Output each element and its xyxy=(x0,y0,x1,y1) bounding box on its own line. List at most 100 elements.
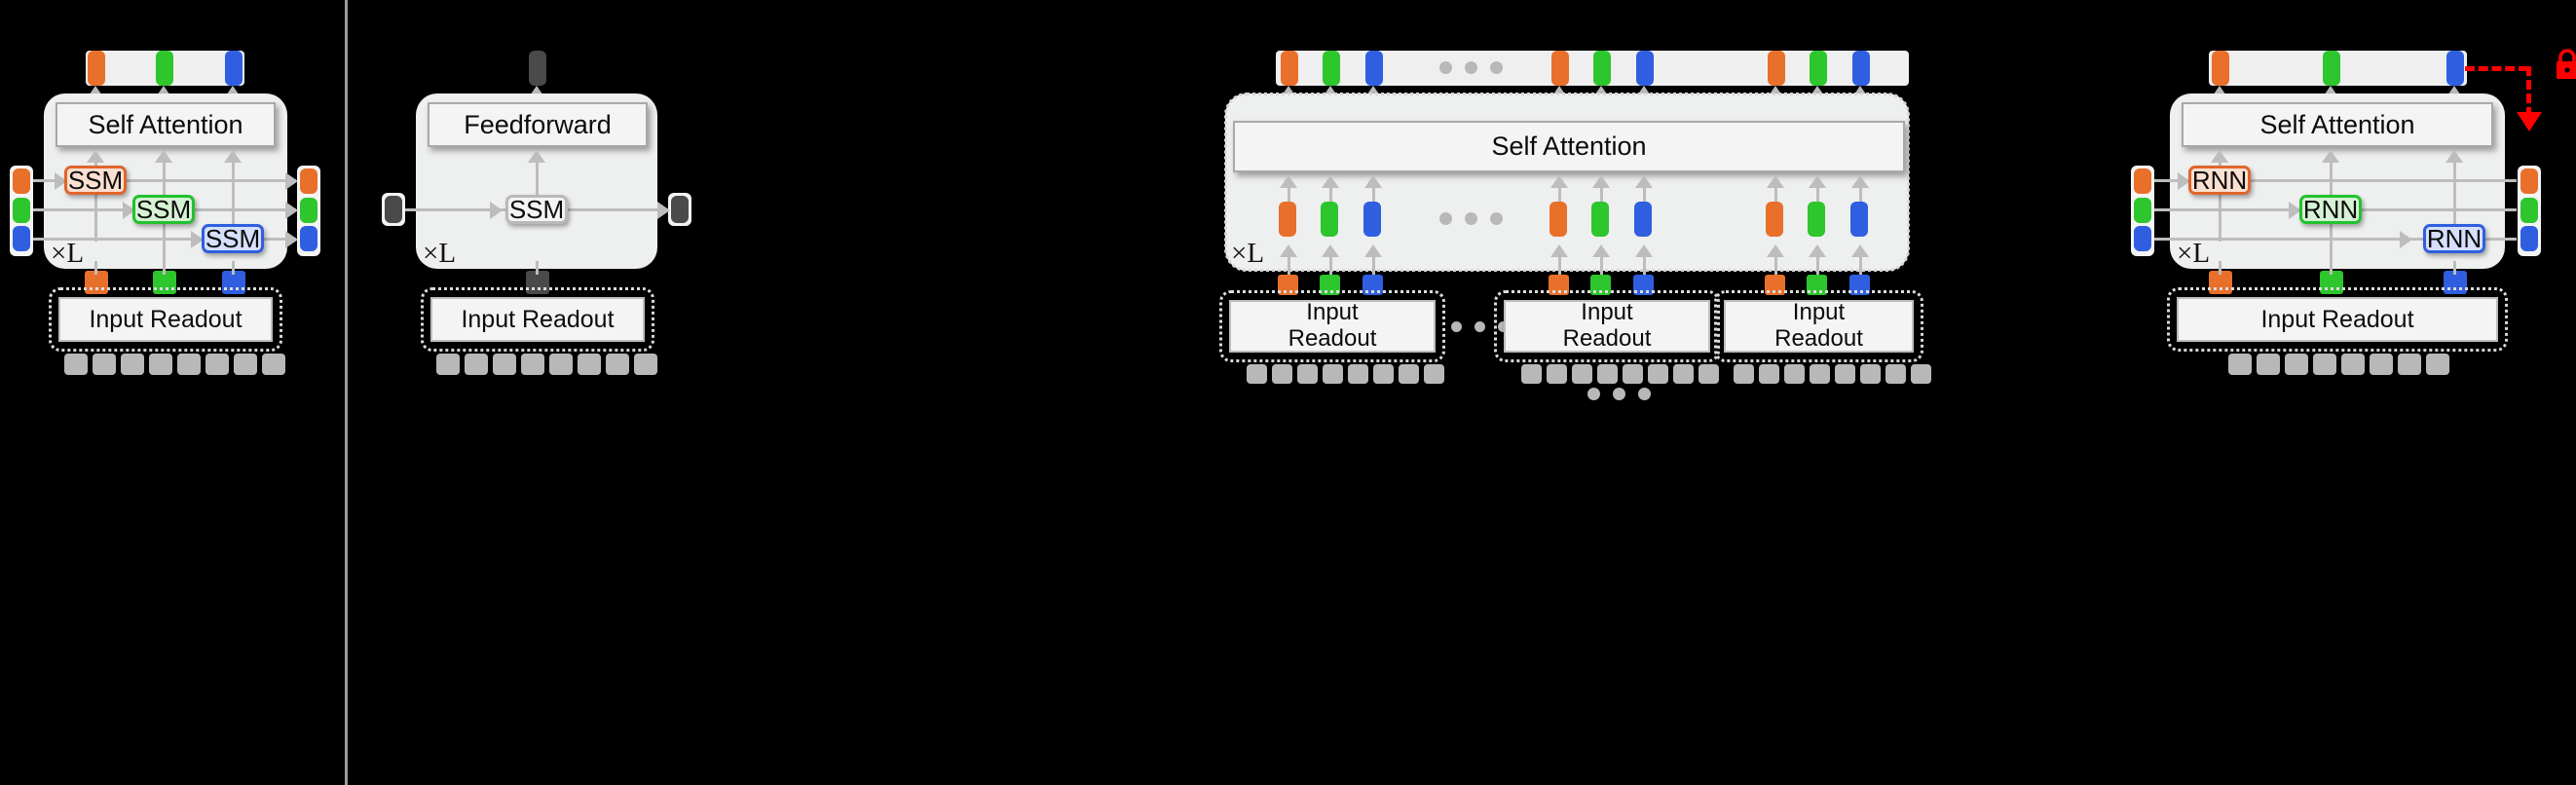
p4-input-token-line xyxy=(2219,261,2221,275)
input-chip xyxy=(1373,364,1394,384)
figure-canvas: Self Attention SSM SSM SSM ×L Input Read… xyxy=(0,0,2576,785)
p4-state-out-token-orange xyxy=(2520,168,2538,194)
input-chip xyxy=(2398,354,2421,375)
input-chip-row xyxy=(64,354,285,375)
panel-4-rnn-self-attention: Self Attention RNN RNN RNN ×L Input Read… xyxy=(1987,0,2576,785)
input-chip xyxy=(634,354,657,375)
input-chip xyxy=(2426,354,2449,375)
input-chip xyxy=(1860,364,1881,384)
p3-out-tok-o-3 xyxy=(1768,51,1785,86)
p2-ssm-ff-arrow xyxy=(528,150,545,163)
input-chip xyxy=(493,354,516,375)
p4-out-tok-g xyxy=(2323,51,2340,86)
p3-in-mid-arrow xyxy=(1280,244,1297,257)
p4-out-tok-b xyxy=(2446,51,2464,86)
p3-output-ellipsis xyxy=(1439,61,1503,74)
p3-tok-attn-arrow xyxy=(1550,175,1568,188)
p3-mid-ellipsis xyxy=(1439,212,1503,225)
input-readout: Input Readout xyxy=(49,287,282,352)
state-out-token-blue xyxy=(300,226,317,251)
ssm-cell-blue-label: SSM xyxy=(205,223,261,253)
p3-mid-tok-b-2 xyxy=(1634,202,1652,237)
p4-repeat-label: ×L xyxy=(2177,238,2210,270)
p2-feedforward-label: Feedforward xyxy=(464,109,612,139)
p3-out-tok-g-2 xyxy=(1593,51,1611,86)
p3-in-mid-arrow xyxy=(1550,244,1568,257)
p3-out-tok-o-2 xyxy=(1551,51,1569,86)
p3-out-tok-b-2 xyxy=(1636,51,1654,86)
recurrence-arrow-3b xyxy=(285,231,298,248)
input-chip xyxy=(436,354,460,375)
input-chip xyxy=(1835,364,1855,384)
p4-recurrence-arrow-3 xyxy=(2400,231,2412,248)
p3-repeat-label-text: ×L xyxy=(1231,238,1265,269)
p3-tok-attn-arrow xyxy=(1364,175,1382,188)
p4-rnn-cell-orange: RNN xyxy=(2188,166,2251,195)
p3-repeat-label: ×L xyxy=(1231,238,1264,270)
p4-rnn-attn-arrow xyxy=(2322,150,2339,163)
ssm-cell-orange-label: SSM xyxy=(67,165,124,195)
p4-input-token-line xyxy=(2330,261,2333,275)
p3-in-mid-arrow xyxy=(1322,244,1339,257)
ssm-cell-orange: SSM xyxy=(64,166,127,195)
self-attention-box: Self Attention xyxy=(56,102,276,147)
input-chip xyxy=(1547,364,1567,384)
p4-rnn-attn-arrow xyxy=(2211,150,2228,163)
p3-in-mid-arrow xyxy=(1809,244,1826,257)
p2-recurrence-arrow-out xyxy=(657,202,670,219)
p2-recurrence-arrow-in xyxy=(490,202,503,219)
state-in-token-blue xyxy=(13,226,30,251)
p4-input-readout: Input Readout xyxy=(2167,287,2508,352)
p3-tok-attn-arrow xyxy=(1635,175,1653,188)
p4-input-token-line xyxy=(2453,261,2456,275)
p3-input-readout-1: Input Readout xyxy=(1219,290,1445,362)
input-chip xyxy=(177,354,201,375)
output-token-orange xyxy=(88,51,105,86)
self-attention-label: Self Attention xyxy=(88,109,243,139)
p4-state-in-token-blue xyxy=(2134,226,2151,251)
p4-state-in-token-orange xyxy=(2134,168,2151,194)
p3-out-tok-o-1 xyxy=(1281,51,1298,86)
p3-in-mid-arrow xyxy=(1635,244,1653,257)
p2-ssm-cell-label: SSM xyxy=(508,194,565,224)
input-chip xyxy=(2228,354,2252,375)
p3-readout-label-1: Input Readout xyxy=(1288,299,1377,352)
ssm-cell-blue: SSM xyxy=(202,224,264,253)
p3-out-tok-g-1 xyxy=(1323,51,1340,86)
blocked-path-horizontal xyxy=(2465,66,2528,71)
panel-divider xyxy=(345,0,348,785)
p3-out-tok-g-3 xyxy=(1810,51,1827,86)
ssm-attn-arrow-3 xyxy=(224,150,242,163)
ssm-cell-green-label: SSM xyxy=(135,194,192,224)
p3-out-tok-b-1 xyxy=(1365,51,1383,86)
p3-in-mid-arrow xyxy=(1592,244,1610,257)
state-in-token-orange xyxy=(13,168,30,194)
p4-self-attention-label: Self Attention xyxy=(2259,109,2415,139)
p4-rnn-cell-green-label: RNN xyxy=(2302,194,2359,224)
p4-rnn-cell-blue-label: RNN xyxy=(2426,223,2483,253)
p4-input-readout-label: Input Readout xyxy=(2260,306,2414,333)
p3-input-readout-3: Input Readout xyxy=(1714,290,1923,362)
p2-repeat-label: ×L xyxy=(423,238,456,270)
input-chip xyxy=(1521,364,1542,384)
p3-readout-label-3: Input Readout xyxy=(1774,299,1863,352)
input-chip xyxy=(578,354,601,375)
input-chip xyxy=(1399,364,1419,384)
blocked-path-arrowhead xyxy=(2517,112,2542,131)
p2-input-token-line xyxy=(536,261,539,275)
p3-mid-tok-g-3 xyxy=(1808,202,1825,237)
blocked-path-vertical xyxy=(2526,66,2531,117)
input-chip xyxy=(1597,364,1618,384)
ssm-attn-arrow-1 xyxy=(87,150,104,163)
input-chip xyxy=(1297,364,1318,384)
input-chip xyxy=(234,354,257,375)
panel-3-chunked-self-attention: Self Attention ×L Input Readout Input Re… xyxy=(1217,0,1931,785)
p4-repeat-label-text: ×L xyxy=(2177,238,2211,269)
input-chip xyxy=(1759,364,1779,384)
ssm-cell-green: SSM xyxy=(132,195,195,224)
output-token-green xyxy=(156,51,173,86)
input-chip xyxy=(1424,364,1444,384)
input-chip xyxy=(1734,364,1754,384)
input-chip xyxy=(1784,364,1805,384)
p3-chip-row-1 xyxy=(1247,364,1444,384)
